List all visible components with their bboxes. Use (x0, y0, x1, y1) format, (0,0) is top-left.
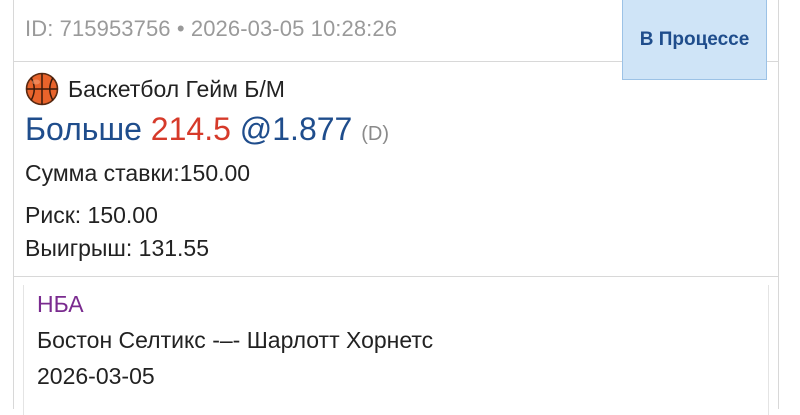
sport-label: Баскетбол Гейм Б/М (68, 75, 285, 102)
odds-type: (D) (361, 123, 389, 145)
basketball-icon (25, 72, 59, 106)
selection-line: 214.5 (150, 111, 231, 147)
stake-amount: Сумма ставки:150.00 (25, 160, 251, 186)
event-date: 2026-03-05 (37, 363, 155, 389)
match-teams: Бостон Селтикс -–- Шарлотт Хорнетс (37, 327, 434, 353)
league-name[interactable]: НБА (37, 291, 84, 318)
sport-row: Баскетбол Гейм Б/М (25, 72, 285, 106)
bet-id-timestamp: ID: 715953756 • 2026-03-05 10:28:26 (25, 16, 398, 41)
event-section: НБА Бостон Селтикс -–- Шарлотт Хорнетс 2… (14, 277, 778, 415)
selection-name: Больше (25, 111, 142, 147)
win-amount: Выигрыш: 131.55 (25, 235, 210, 261)
selection-row: Больше 214.5 @1.877 (D) (25, 110, 389, 153)
event-details: НБА Бостон Селтикс -–- Шарлотт Хорнетс 2… (23, 285, 769, 415)
selection-odds: @1.877 (239, 111, 353, 147)
bet-details: Баскетбол Гейм Б/М Больше 214.5 @1.877 (… (14, 62, 778, 277)
risk-amount: Риск: 150.00 (25, 202, 158, 228)
bet-card[interactable]: ID: 715953756 • 2026-03-05 10:28:26 В Пр… (13, 0, 779, 415)
